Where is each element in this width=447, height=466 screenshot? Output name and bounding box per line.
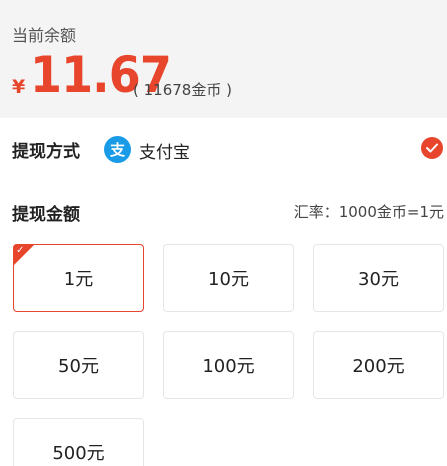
check-circle-icon[interactable] bbox=[421, 137, 443, 159]
currency-symbol: ¥ bbox=[12, 76, 26, 98]
amount-option-500[interactable]: 500元 bbox=[13, 418, 144, 466]
withdraw-method-title: 提现方式 bbox=[12, 142, 80, 162]
coin-balance: ( 11678金币 ) bbox=[133, 81, 232, 99]
amount-option-200[interactable]: 200元 bbox=[313, 331, 444, 399]
withdraw-method-row[interactable]: 提现方式 bbox=[0, 118, 447, 178]
exchange-rate: 汇率：1000金币=1元 bbox=[293, 203, 444, 221]
amount-option-30[interactable]: 30元 bbox=[313, 244, 444, 312]
amount-option-1[interactable]: ✓ 1元 bbox=[13, 244, 144, 312]
alipay-icon: 支 bbox=[104, 136, 131, 163]
withdraw-amount-title: 提现金额 bbox=[12, 205, 80, 225]
check-icon: ✓ bbox=[16, 245, 25, 256]
amount-option-100[interactable]: 100元 bbox=[163, 331, 294, 399]
balance-panel: 当前余额 ¥ 11.67 ( 11678金币 ) bbox=[0, 0, 447, 118]
amount-option-10[interactable]: 10元 bbox=[163, 244, 294, 312]
alipay-label[interactable]: 支付宝 bbox=[139, 138, 190, 163]
amount-option-50[interactable]: 50元 bbox=[13, 331, 144, 399]
